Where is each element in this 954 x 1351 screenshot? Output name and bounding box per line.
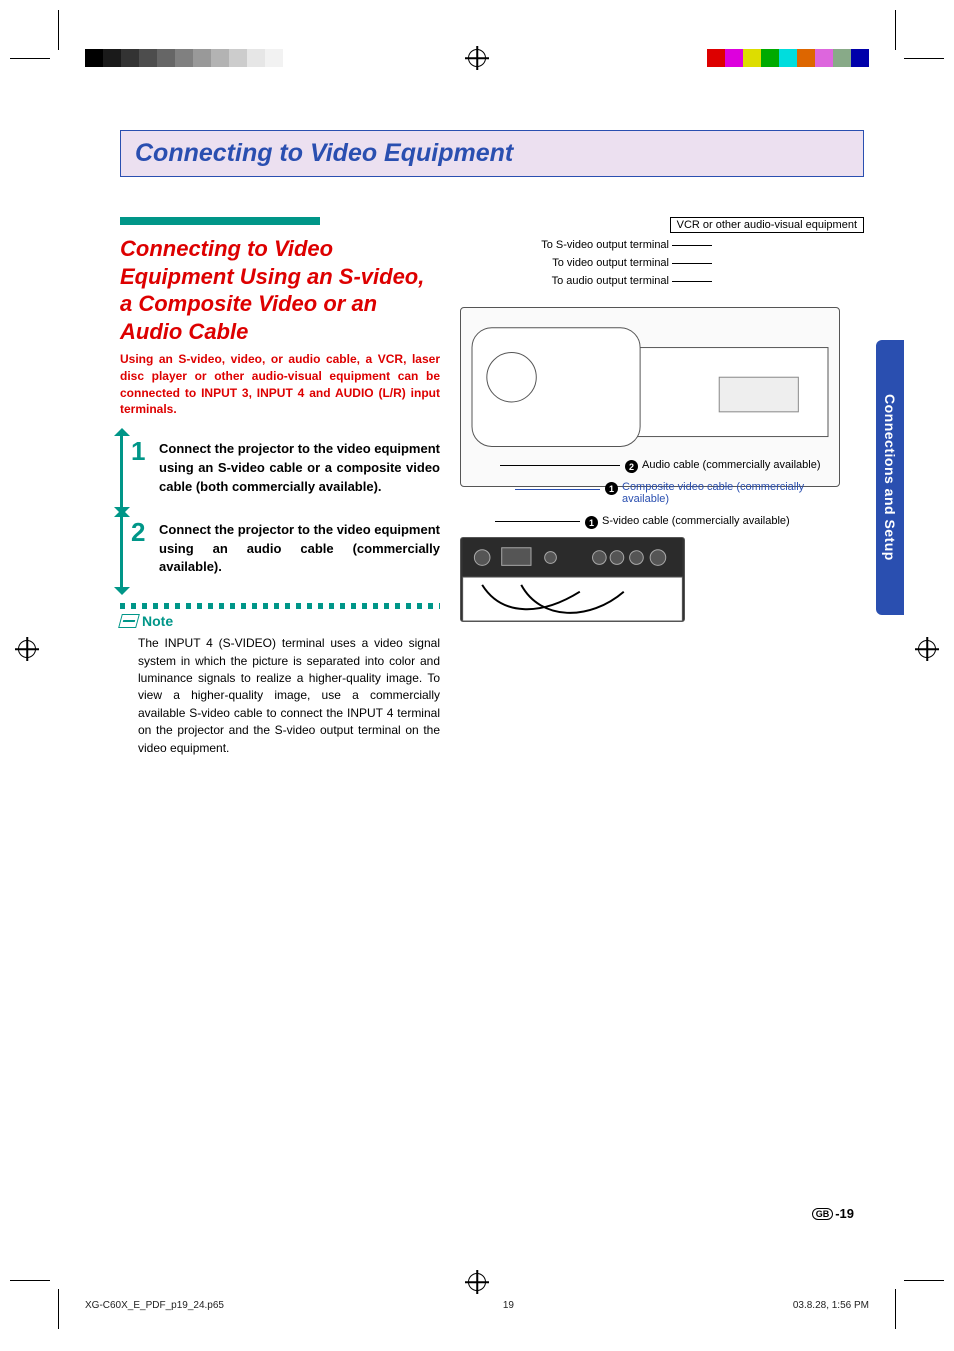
section-intro: Using an S-video, video, or audio cable,… xyxy=(120,351,440,418)
registration-mark-left xyxy=(18,640,36,658)
page-number: GB-19 xyxy=(812,1206,854,1221)
accent-bar xyxy=(120,217,320,225)
page-title: Connecting to Video Equipment xyxy=(135,139,849,168)
footer-sheet: 19 xyxy=(503,1300,514,1311)
crop-line xyxy=(895,1289,896,1329)
terminal-label-svideo: To S-video output terminal xyxy=(541,239,669,251)
crop-line xyxy=(904,58,944,59)
crop-line xyxy=(10,1280,50,1281)
callout-audio-cable: 2 Audio cable (commercially available) xyxy=(625,459,821,473)
callout-number-icon: 2 xyxy=(625,460,638,473)
note-body: The INPUT 4 (S-VIDEO) terminal uses a vi… xyxy=(120,635,440,757)
step-number: 2 xyxy=(131,517,145,548)
callout-text: Composite video cable (commercially avai… xyxy=(622,481,805,505)
divider-dots xyxy=(120,603,440,609)
callout-text: S-video cable (commercially available) xyxy=(602,515,790,527)
right-column: VCR or other audio-visual equipment To S… xyxy=(460,217,864,757)
crop-line xyxy=(10,58,50,59)
crop-line xyxy=(58,1289,59,1329)
print-color-bar xyxy=(707,49,869,67)
region-badge: GB xyxy=(812,1208,834,1220)
step-text: Connect the projector to the video equip… xyxy=(123,436,440,501)
step-text: Connect the projector to the video equip… xyxy=(123,517,440,582)
terminal-label-audio: To audio output terminal xyxy=(552,275,669,287)
callout-composite-cable: 1 Composite video cable (commercially av… xyxy=(605,481,805,505)
note-label: Note xyxy=(142,613,173,629)
callout-svideo-cable: 1 S-video cable (commercially available) xyxy=(585,515,790,529)
equipment-label-box: VCR or other audio-visual equipment xyxy=(670,217,864,233)
crop-line xyxy=(904,1280,944,1281)
left-column: Connecting to Video Equipment Using an S… xyxy=(120,217,440,757)
section-subtitle: Connecting to Video Equipment Using an S… xyxy=(120,235,440,345)
registration-mark-bottom xyxy=(468,1273,486,1291)
step-1: 1 Connect the projector to the video equ… xyxy=(120,436,440,507)
registration-mark-top xyxy=(468,49,486,67)
page-title-bar: Connecting to Video Equipment xyxy=(120,130,864,177)
projector-rear-illustration xyxy=(460,537,685,622)
crop-line xyxy=(58,10,59,50)
step-2: 2 Connect the projector to the video equ… xyxy=(120,517,440,588)
registration-mark-right xyxy=(918,640,936,658)
footer-filename: XG-C60X_E_PDF_p19_24.p65 xyxy=(85,1300,224,1311)
callout-number-icon: 1 xyxy=(605,482,618,495)
note-heading: Note xyxy=(120,613,440,629)
step-number: 1 xyxy=(131,436,145,467)
print-footer-meta: XG-C60X_E_PDF_p19_24.p65 19 03.8.28, 1:5… xyxy=(85,1300,869,1311)
page-content: Connections and Setup Connecting to Vide… xyxy=(80,100,904,1251)
callout-text: Audio cable (commercially available) xyxy=(642,459,821,471)
connection-diagram: VCR or other audio-visual equipment To S… xyxy=(460,217,864,737)
note-icon xyxy=(118,614,140,628)
section-tab: Connections and Setup xyxy=(876,340,904,615)
print-grayscale-bar xyxy=(85,49,283,67)
callout-number-icon: 1 xyxy=(585,516,598,529)
crop-line xyxy=(895,10,896,50)
footer-datetime: 03.8.28, 1:56 PM xyxy=(793,1300,869,1311)
terminal-label-video: To video output terminal xyxy=(552,257,669,269)
